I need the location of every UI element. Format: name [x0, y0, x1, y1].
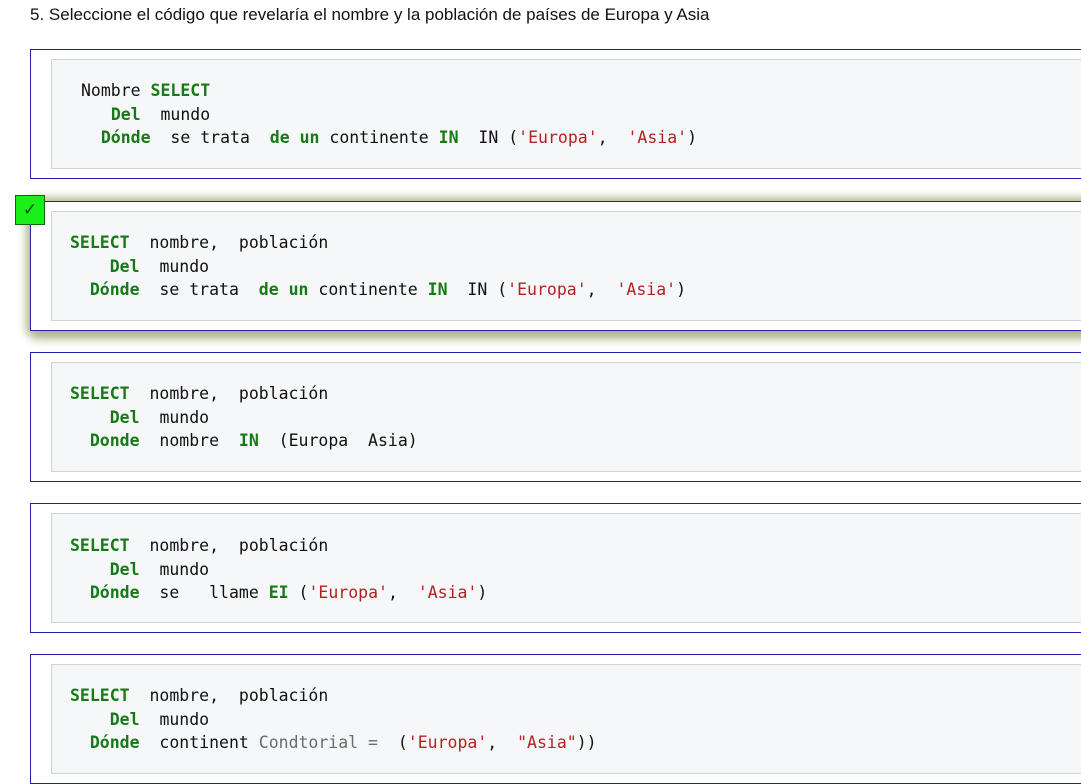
code-block: Nombre SELECT Del mundo Dónde se trata d…	[51, 59, 1081, 169]
code-text: llame	[209, 583, 259, 603]
sql-string: 'Europa'	[407, 733, 488, 753]
sql-keyword: Donde	[89, 431, 140, 451]
answer-option-4[interactable]: SELECT nombre, población Del mundo Dónde…	[30, 503, 1081, 633]
code-text: se	[159, 583, 180, 603]
code-text: nombre, población	[149, 536, 329, 555]
code-text: ,	[597, 128, 608, 148]
sql-keyword: Del	[109, 709, 140, 729]
sql-keyword: Dónde	[89, 733, 140, 753]
code-text: (	[397, 733, 408, 753]
answer-option-2[interactable]: SELECT nombre, población Del mundo Dónde…	[30, 201, 1081, 331]
code-text: se trata	[159, 280, 239, 300]
code-text: (	[298, 583, 309, 603]
code-text: ,	[487, 733, 498, 753]
code-text: continent	[159, 733, 249, 753]
code-text: )	[676, 280, 687, 300]
code-text: mundo	[159, 559, 210, 579]
sql-string: 'Asia'	[417, 583, 478, 603]
code-text: mundo	[159, 709, 210, 729]
sql-string: 'Europa'	[308, 583, 388, 603]
code-text: mundo	[159, 407, 210, 427]
code-text: se trata	[170, 128, 250, 148]
question-text: 5. Seleccione el código que revelaría el…	[30, 5, 710, 24]
code-text: ,	[586, 280, 597, 300]
sql-keyword: SELECT	[70, 384, 130, 403]
sql-keyword: de un	[258, 280, 309, 300]
code-text: mundo	[160, 104, 211, 124]
code-block: SELECT nombre, población Del mundo Donde…	[51, 362, 1081, 472]
code-comment-text: Condtorial =	[258, 733, 378, 753]
sql-keyword: Dónde	[89, 280, 140, 300]
sql-keyword: SELECT	[150, 81, 211, 100]
code-text: nombre, población	[149, 686, 329, 705]
code-text: mundo	[159, 256, 210, 276]
sql-keyword: Del	[109, 407, 140, 427]
code-text: continente	[329, 128, 429, 148]
sql-keyword: SELECT	[70, 686, 130, 705]
code-text: (Europa Asia)	[278, 431, 418, 451]
code-text: nombre, población	[149, 233, 329, 252]
sql-keyword: Dónde	[100, 128, 151, 148]
code-snippet: SELECT nombre, población Del mundo Dónde…	[70, 684, 597, 755]
code-snippet: SELECT nombre, población Del mundo Dónde…	[70, 534, 487, 605]
code-text: IN (	[467, 280, 508, 300]
sql-keyword: SELECT	[70, 233, 130, 252]
sql-keyword: SELECT	[70, 536, 130, 555]
answer-option-5[interactable]: SELECT nombre, población Del mundo Dónde…	[30, 654, 1081, 784]
code-text: Nombre	[81, 81, 151, 100]
code-text: ))	[576, 733, 597, 753]
code-text: nombre, población	[149, 384, 329, 403]
code-text: )	[687, 128, 698, 148]
code-text: nombre	[159, 431, 220, 451]
sql-keyword: EI	[268, 583, 289, 603]
code-text: continente	[318, 280, 418, 300]
sql-keyword: IN	[438, 128, 459, 148]
sql-string: "Asia"	[517, 733, 577, 753]
sql-keyword: Del	[109, 256, 140, 276]
code-block: SELECT nombre, población Del mundo Dónde…	[51, 211, 1081, 321]
code-block: SELECT nombre, población Del mundo Dónde…	[51, 664, 1081, 774]
answer-option-1[interactable]: Nombre SELECT Del mundo Dónde se trata d…	[30, 49, 1081, 179]
sql-keyword: de un	[269, 128, 320, 148]
code-text: )	[477, 583, 488, 603]
code-text: ,	[387, 583, 398, 603]
sql-keyword: IN	[427, 280, 448, 300]
sql-string: 'Europa'	[518, 128, 598, 148]
code-text: IN (	[478, 128, 519, 148]
sql-keyword: Del	[110, 104, 141, 124]
answer-option-3[interactable]: SELECT nombre, población Del mundo Donde…	[30, 352, 1081, 482]
sql-keyword: IN	[238, 431, 259, 451]
correct-check-icon: ✓	[15, 195, 45, 225]
sql-string: 'Europa'	[507, 280, 587, 300]
code-snippet: SELECT nombre, población Del mundo Donde…	[70, 382, 418, 453]
code-block: SELECT nombre, población Del mundo Dónde…	[51, 513, 1081, 623]
code-snippet: Nombre SELECT Del mundo Dónde se trata d…	[81, 79, 697, 150]
sql-keyword: Dónde	[89, 583, 140, 603]
sql-string: 'Asia'	[616, 280, 677, 300]
code-snippet: SELECT nombre, población Del mundo Dónde…	[70, 231, 686, 302]
sql-keyword: Del	[109, 559, 140, 579]
sql-string: 'Asia'	[627, 128, 688, 148]
